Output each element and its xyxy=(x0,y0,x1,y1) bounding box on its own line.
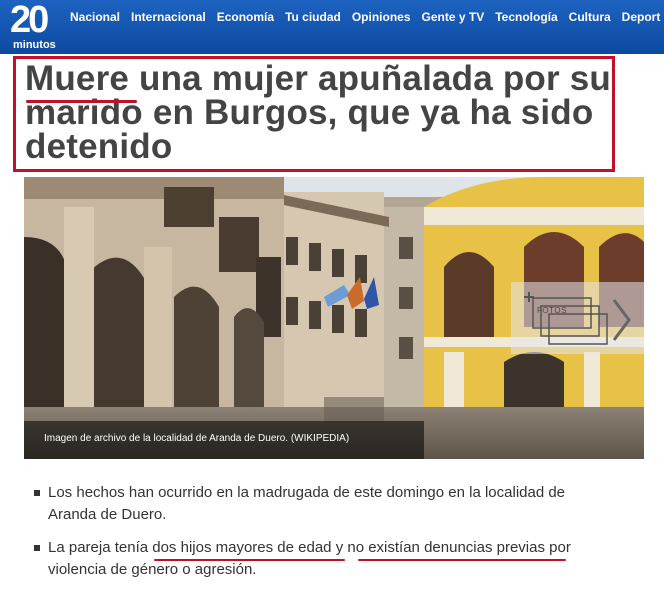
section-menu: Nacional Internacional Economía Tu ciuda… xyxy=(70,9,664,27)
nav-item-opiniones[interactable]: Opiniones xyxy=(352,9,411,27)
article-summary-list: Los hechos han ocurrido en la madrugada … xyxy=(30,482,610,581)
logo-word: minutos xyxy=(13,39,56,51)
nav-item-gente-y-tv[interactable]: Gente y TV xyxy=(422,9,485,27)
nav-item-nacional[interactable]: Nacional xyxy=(70,9,120,27)
headline-word-underline xyxy=(26,100,137,103)
logo-number: 20 xyxy=(10,0,49,41)
site-logo[interactable]: 20 minutos xyxy=(10,0,60,52)
nav-item-deportes[interactable]: Deport xyxy=(622,9,661,27)
nav-item-economia[interactable]: Economía xyxy=(217,9,274,27)
phrase-underline-2 xyxy=(358,559,566,561)
photo-gallery-icon xyxy=(524,292,631,345)
phrase-underline-1 xyxy=(154,559,345,561)
summary-bullet-text: Los hechos han ocurrido en la madrugada … xyxy=(48,484,566,523)
gallery-label: FOTOS xyxy=(537,306,567,315)
article-headline: Muere una mujer apuñalada por su marido … xyxy=(25,61,615,164)
nav-item-tu-ciudad[interactable]: Tu ciudad xyxy=(285,9,341,27)
top-nav-bar: 20 minutos Nacional Internacional Econom… xyxy=(0,0,664,54)
nav-item-internacional[interactable]: Internacional xyxy=(131,9,206,27)
bullet-square-icon xyxy=(34,545,40,551)
article-photo[interactable]: Imagen de archivo de la localidad de Ara… xyxy=(24,177,644,459)
summary-bullet: Los hechos han ocurrido en la madrugada … xyxy=(30,482,610,526)
photo-caption: Imagen de archivo de la localidad de Ara… xyxy=(44,433,350,444)
photo-caption-bar: Imagen de archivo de la localidad de Ara… xyxy=(24,421,424,459)
nav-item-tecnologia[interactable]: Tecnología xyxy=(495,9,557,27)
photo-gallery-button[interactable]: FOTOS xyxy=(511,282,644,354)
chevron-right-icon xyxy=(612,299,631,341)
nav-item-cultura[interactable]: Cultura xyxy=(569,9,611,27)
bullet-square-icon xyxy=(34,490,40,496)
